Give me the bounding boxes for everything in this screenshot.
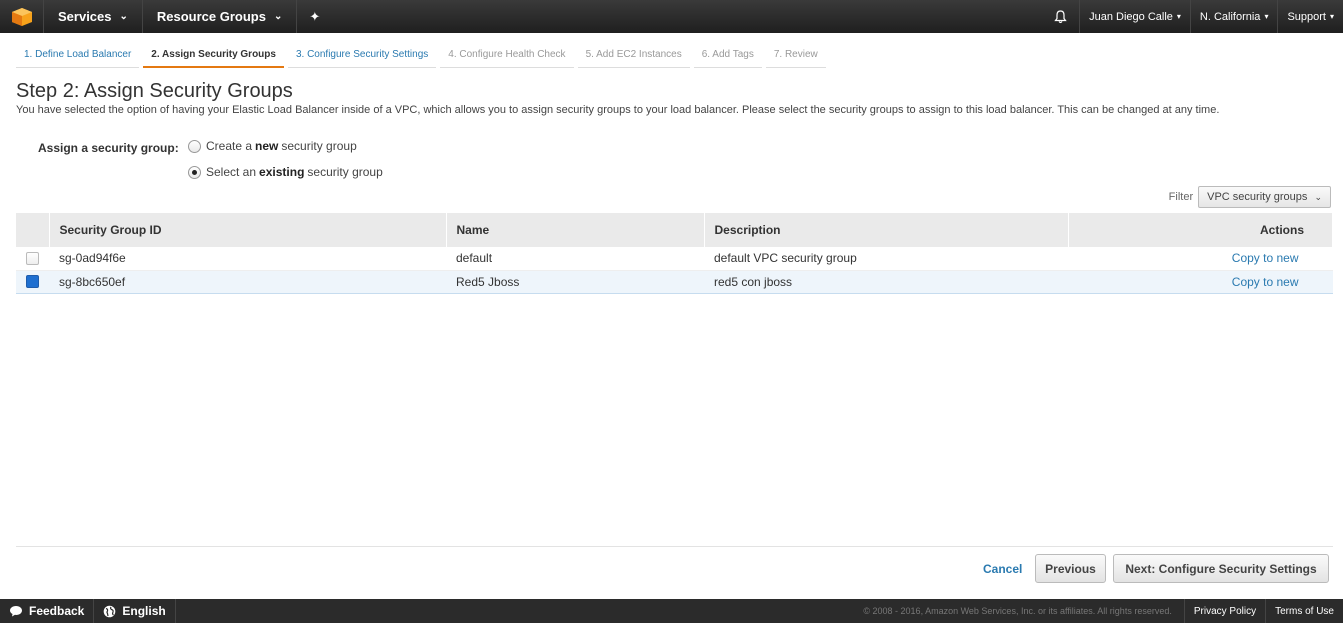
globe-icon [104,605,116,617]
table-header-row: Security Group ID Name Description Actio… [16,213,1334,247]
chevron-down-icon: ⌄ [119,11,128,22]
region-label: N. California [1199,10,1261,23]
privacy-policy-link[interactable]: Privacy Policy [1183,599,1265,623]
pin-icon[interactable]: ✦ [297,0,332,33]
cell-name: default [446,247,704,271]
radio-select-existing-security-group[interactable]: Select an existing security group [188,165,383,179]
filter-value: VPC security groups [1207,191,1308,203]
next-configure-security-settings-button[interactable]: Next: Configure Security Settings [1113,554,1329,583]
security-groups-table: Security Group ID Name Description Actio… [16,213,1334,294]
previous-button[interactable]: Previous [1035,554,1106,583]
region-menu[interactable]: N. California ▾ [1189,0,1278,33]
header-select [16,213,50,247]
wizard-steps: 1. Define Load Balancer 2. Assign Securi… [16,44,830,68]
header-description[interactable]: Description [704,213,1069,247]
cell-security-group-id: sg-8bc650ef [49,269,446,294]
divider [16,546,1333,547]
wizard-step-configure-security-settings[interactable]: 3. Configure Security Settings [287,44,437,68]
cell-security-group-id: sg-0ad94f6e [49,247,446,271]
top-navbar: Services ⌄ Resource Groups ⌄ ✦ Juan Dieg… [0,0,1343,33]
header-name[interactable]: Name [446,213,705,247]
services-menu[interactable]: Services ⌄ [44,0,143,33]
wizard-step-add-ec2-instances[interactable]: 5. Add EC2 Instances [577,44,690,68]
header-security-group-id[interactable]: Security Group ID [49,213,447,247]
copy-to-new-link[interactable]: Copy to new [1232,251,1299,265]
terms-of-use-link[interactable]: Terms of Use [1265,599,1343,623]
wizard-step-configure-health-check[interactable]: 4. Configure Health Check [440,44,574,68]
caret-down-icon: ▾ [1264,12,1269,21]
cell-description: red5 con jboss [704,269,1069,294]
filter-select[interactable]: VPC security groups ⌄ [1198,186,1331,208]
chevron-down-icon: ⌄ [273,11,283,22]
filter-label: Filter [1168,191,1194,203]
footer-bar: Feedback English © 2008 - 2016, Amazon W… [0,599,1343,623]
language-selector[interactable]: English [94,599,176,623]
row-checkbox[interactable] [26,251,39,265]
feedback-button[interactable]: Feedback [0,599,95,623]
cell-description: default VPC security group [704,247,1069,271]
wizard-step-assign-security-groups[interactable]: 2. Assign Security Groups [143,44,284,68]
user-name: Juan Diego Calle [1089,10,1173,23]
language-label: English [122,604,166,618]
resource-groups-label: Resource Groups [156,9,266,24]
aws-cube-icon [11,7,32,26]
cell-name: Red5 Jboss [446,269,704,294]
resource-groups-menu[interactable]: Resource Groups ⌄ [143,0,298,33]
aws-logo[interactable] [0,0,44,33]
radio-new[interactable] [188,139,201,153]
wizard-step-define-load-balancer[interactable]: 1. Define Load Balancer [16,44,140,68]
services-label: Services [58,9,112,24]
wizard-step-review[interactable]: 7. Review [765,44,826,68]
assign-security-group-label: Assign a security group: [38,141,179,155]
copyright-text: © 2008 - 2016, Amazon Web Services, Inc.… [863,606,1172,616]
radio-existing[interactable] [188,165,201,179]
row-checkbox[interactable] [26,275,39,288]
filter-control: Filter VPC security groups ⌄ [1169,186,1331,208]
chevron-down-icon: ⌄ [1314,192,1322,202]
page-description: You have selected the option of having y… [16,104,1220,116]
bell-icon[interactable] [1042,0,1079,33]
wizard-step-add-tags[interactable]: 6. Add Tags [693,44,762,68]
page-title: Step 2: Assign Security Groups [16,80,293,102]
topnav-right: Juan Diego Calle ▾ N. California ▾ Suppo… [1042,0,1343,33]
feedback-label: Feedback [29,604,85,618]
caret-down-icon: ▾ [1176,12,1181,21]
radio-create-new-security-group[interactable]: Create a new security group [188,139,357,153]
support-label: Support [1287,10,1326,23]
copy-to-new-link[interactable]: Copy to new [1232,275,1299,289]
header-actions: Actions [1068,213,1334,247]
cancel-button[interactable]: Cancel [983,562,1022,576]
table-row[interactable]: sg-8bc650ef Red5 Jboss red5 con jboss Co… [16,269,1333,294]
user-menu[interactable]: Juan Diego Calle ▾ [1079,0,1190,33]
caret-down-icon: ▾ [1329,12,1334,21]
speech-bubble-icon [10,606,22,617]
support-menu[interactable]: Support ▾ [1277,0,1343,33]
table-row[interactable]: sg-0ad94f6e default default VPC security… [16,247,1333,271]
